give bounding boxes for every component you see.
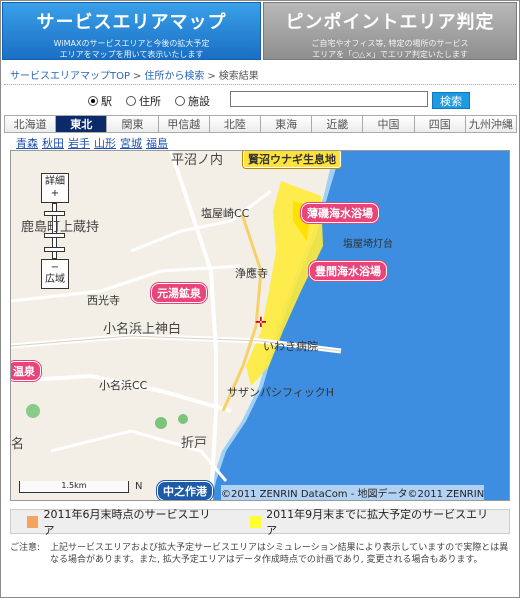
disclaimer-head: ご注意: [10, 543, 41, 553]
tab-pinpoint-area-desc2: エリアを「○△×」でエリア判定いたします [312, 50, 468, 59]
map-copyright: ©2011 ZENRIN DataCom - 地図データ©2011 ZENRIN [221, 485, 485, 500]
region-tab-kanto[interactable]: 関東 [107, 116, 159, 132]
tab-service-area-map-desc1: WiMAXのサービスエリアと今後の拡大予定 [53, 39, 210, 48]
zoom-slider-tick [44, 247, 65, 252]
map-label-saikoji: 西光寺 [87, 294, 120, 307]
radio-facility-label: 施設 [188, 95, 210, 108]
zoom-out-label: 広域 [45, 274, 65, 285]
map-pin-usuiso-beach[interactable]: 薄磯海水浴場 [301, 203, 379, 223]
map-label-na: 名 [11, 437, 25, 452]
map-pin-toyoma-beach[interactable]: 豊間海水浴場 [309, 261, 387, 281]
pref-link-aomori[interactable]: 青森 [16, 137, 38, 150]
disclaimer-note: ご注意: 上記サービスエリアおよび拡大予定サービスエリアはシミュレーション結果に… [10, 542, 510, 566]
map-label-lighthouse: 塩屋埼灯台 [343, 239, 393, 250]
legend-planned-label: 2011年9月末までに拡大予定のサービスエリア [266, 507, 489, 537]
region-tab-tokai[interactable]: 東海 [261, 116, 313, 132]
map-view[interactable]: 詳細 + − 広域 平沼ノ内 鹿島町上蔵持 塩屋崎CC 浄應寺 西光寺 小名浜上神白… [10, 150, 510, 501]
radio-station-label: 駅 [101, 95, 112, 108]
breadcrumb-top-link[interactable]: サービスエリアマップTOP [10, 71, 130, 82]
tab-pinpoint-area-desc1: ご自宅やオフィス等, 特定の場所のサービス [311, 39, 469, 48]
region-tab-hokuriku[interactable]: 北陸 [209, 116, 262, 132]
region-tab-shikoku[interactable]: 四国 [414, 116, 466, 132]
legend-current-area: 2011年6月末時点のサービスエリア [27, 506, 214, 538]
breadcrumb-separator: > [133, 71, 142, 82]
map-label-orido: 折戸 [181, 436, 208, 451]
zoom-in-label: 詳細 [45, 176, 65, 187]
radio-station[interactable]: 駅 [88, 93, 112, 109]
tab-service-area-map[interactable]: サービスエリアマップ WiMAXのサービスエリアと今後の拡大予定 エリアをマップ… [2, 2, 261, 60]
radio-facility[interactable]: 施設 [175, 93, 210, 109]
zoom-in-button[interactable]: 詳細 + [41, 173, 69, 203]
map-label-shioyazaki-cc: 塩屋崎CC [201, 207, 250, 220]
legend-swatch-planned [249, 515, 262, 528]
pref-link-miyagi[interactable]: 宮城 [120, 137, 142, 150]
zoom-in-symbol: + [50, 188, 60, 199]
map-pin-motoyu-spa[interactable]: 元湯鉱泉 [151, 283, 207, 303]
legend-current-label: 2011年6月末時点のサービスエリア [43, 507, 211, 537]
map-label-onahama: 小名浜上神白 [103, 322, 182, 337]
radio-station-dot[interactable] [88, 96, 98, 106]
map-pin-onsen[interactable]: 温泉 [11, 361, 41, 381]
map-pin-unagi[interactable]: 賢沼ウナギ生息地 [243, 151, 341, 168]
region-tab-kinki[interactable]: 近畿 [312, 116, 364, 132]
search-type-selector: 駅 住所 施設 [88, 92, 224, 110]
disclaimer-text: 上記サービスエリアおよび拡大予定サービスエリアはシミュレーション結果により表示し… [50, 543, 509, 565]
tab-service-area-map-desc2: エリアをマップを用いて表示いたします [59, 50, 204, 59]
map-label-onahama-cc: 小名浜CC [99, 379, 148, 392]
prefecture-links: 青森 秋田 岩手 山形 宮城 福島 [16, 135, 172, 151]
pref-link-fukushima[interactable]: 福島 [146, 137, 168, 150]
zoom-out-button[interactable]: − 広域 [41, 259, 69, 289]
region-tabs: 北海道 東北 関東 甲信越 北陸 東海 近畿 中国 四国 九州沖縄 [4, 115, 518, 133]
breadcrumb-divider [4, 84, 516, 85]
region-tab-kyushu-okinawa[interactable]: 九州沖縄 [465, 116, 518, 132]
pref-link-yamagata[interactable]: 山形 [94, 137, 116, 150]
coverage-legend: 2011年6月末時点のサービスエリア 2011年9月末までに拡大予定のサービスエ… [10, 508, 510, 537]
pref-link-iwate[interactable]: 岩手 [68, 137, 90, 150]
park [178, 414, 188, 424]
breadcrumb-separator: > [207, 71, 216, 82]
map-label-kashima: 鹿島町上蔵持 [21, 220, 100, 235]
map-label-hiramachi: 平沼ノ内 [171, 153, 224, 168]
region-tab-chugoku[interactable]: 中国 [363, 116, 415, 132]
pref-link-akita[interactable]: 秋田 [42, 137, 64, 150]
region-tab-koshinetsu[interactable]: 甲信越 [158, 116, 210, 132]
breadcrumb-current: 検索結果 [218, 71, 259, 82]
radio-address-dot[interactable] [126, 96, 136, 106]
map-scale: 1.5km [19, 481, 129, 493]
north-indicator: N [135, 481, 143, 492]
radio-facility-dot[interactable] [175, 96, 185, 106]
legend-swatch-current [27, 515, 39, 528]
search-button[interactable]: 検索 [432, 92, 470, 109]
radio-address[interactable]: 住所 [126, 93, 161, 109]
region-tab-hokkaido[interactable]: 北海道 [4, 116, 57, 132]
breadcrumb: サービスエリアマップTOP > 住所から検索 > 検索結果 [10, 67, 259, 82]
tab-service-area-map-title: サービスエリアマップ [36, 12, 227, 33]
legend-planned-area: 2011年9月末までに拡大予定のサービスエリア [249, 506, 489, 538]
region-tab-tohoku[interactable]: 東北 [56, 116, 108, 132]
tab-pinpoint-area[interactable]: ピンポイントエリア判定 ご自宅やオフィス等, 特定の場所のサービス エリアを「○… [263, 2, 517, 60]
search-input[interactable] [230, 91, 428, 107]
zoom-out-symbol: − [50, 262, 60, 273]
map-label-iwaki-hospital: いわき病院 [263, 340, 318, 353]
park [26, 404, 40, 418]
tab-pinpoint-area-title: ピンポイントエリア判定 [285, 12, 495, 33]
crosshair-icon: ✛ [255, 315, 267, 331]
map-pin-nakanosaku-port[interactable]: 中之作港 [157, 481, 213, 500]
map-label-pacific-hotel: サザンパシフィックH [227, 386, 335, 399]
breadcrumb-address-search-link[interactable]: 住所から検索 [144, 71, 204, 82]
radio-address-label: 住所 [139, 95, 161, 108]
map-label-jokoji: 浄應寺 [235, 267, 268, 280]
park [155, 417, 167, 429]
